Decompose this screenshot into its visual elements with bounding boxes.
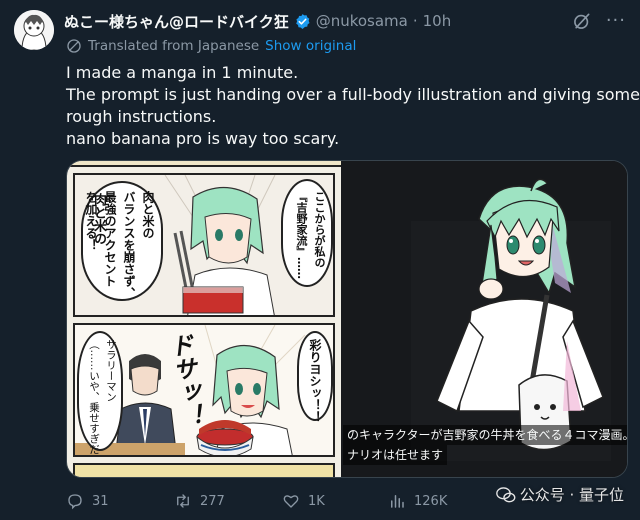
verified-badge-icon[interactable] bbox=[294, 13, 311, 30]
bubble-text-line: サラリーマン bbox=[105, 339, 117, 402]
wechat-icon bbox=[495, 486, 516, 502]
views-chart-icon bbox=[391, 495, 404, 508]
user-handle[interactable]: @nukosama bbox=[316, 12, 408, 30]
globe-icon bbox=[67, 39, 81, 53]
post-text-line: nano banana pro is way too scary. bbox=[66, 129, 340, 148]
display-name[interactable]: ぬこー様ちゃん@ロードバイク狂 bbox=[64, 11, 289, 32]
post-text: I made a manga in 1 minute. The prompt i… bbox=[66, 62, 640, 150]
bubble-text-line: を加える！ bbox=[84, 191, 98, 251]
media-container[interactable]: 肉と米の 肉と米の バランスを崩さず、 最強のアクセント を加える！ ここからが… bbox=[66, 160, 628, 478]
post-time[interactable]: 10h bbox=[423, 12, 452, 30]
character-reference-image[interactable]: のキャラクターが吉野家の牛丼を食べる４コマ漫画。 ナリオは任せます bbox=[341, 161, 627, 477]
bubble-text-line: 最強のアクセント bbox=[103, 191, 117, 287]
bubble-a-text: ここからが私の 『吉野家流』…… bbox=[289, 191, 327, 279]
watermark: 公众号 · 量子位 bbox=[495, 484, 624, 505]
more-options-icon[interactable]: ··· bbox=[606, 10, 626, 31]
post-text-line: I made a manga in 1 minute. bbox=[66, 63, 299, 82]
caption-line: ナリオは任せます bbox=[343, 445, 448, 465]
post-text-line: rough instructions. bbox=[66, 107, 217, 126]
post-header: ぬこー様ちゃん@ロードバイク狂 @nukosama · 10h ··· bbox=[64, 10, 630, 32]
bubble-text: 彩りヨシッ！！ bbox=[308, 339, 322, 423]
bubble-left-text: サラリーマン （……いや、乗せすぎだろ） bbox=[83, 339, 119, 457]
like-button[interactable]: 1K bbox=[282, 492, 325, 510]
watermark-text: 公众号 · 量子位 bbox=[519, 486, 624, 504]
grok-icon[interactable] bbox=[572, 11, 592, 31]
bubble-text-line: バランスを崩さず、 bbox=[122, 191, 136, 299]
bubble-text-line: （……いや、乗せすぎだろ） bbox=[88, 339, 100, 457]
bubble-b-text: 肉と米の バランスを崩さず、 最強のアクセント を加える！ bbox=[84, 191, 157, 299]
manga-image[interactable]: 肉と米の 肉と米の バランスを崩さず、 最強のアクセント を加える！ ここからが… bbox=[67, 161, 343, 477]
translation-notice: Translated from Japanese Show original bbox=[66, 38, 356, 54]
separator-dot: · bbox=[412, 12, 418, 30]
repost-icon bbox=[177, 494, 189, 508]
heart-icon bbox=[283, 495, 299, 508]
bubble-text-line: ここからが私の bbox=[313, 191, 326, 268]
views-button[interactable]: 126K bbox=[388, 492, 447, 510]
show-original-link[interactable]: Show original bbox=[265, 38, 356, 54]
reply-icon bbox=[68, 494, 82, 510]
views-count: 126K bbox=[414, 493, 448, 509]
caption-line: のキャラクターが吉野家の牛丼を食べる４コマ漫画。 bbox=[343, 425, 627, 445]
manga-panel-top-strip bbox=[67, 161, 343, 167]
image-caption: のキャラクターが吉野家の牛丼を食べる４コマ漫画。 ナリオは任せます bbox=[341, 425, 627, 465]
manga-panel-1: 肉と米の 肉と米の バランスを崩さず、 最強のアクセント を加える！ ここからが… bbox=[73, 173, 335, 317]
avatar[interactable] bbox=[14, 10, 54, 50]
repost-button[interactable]: 277 bbox=[174, 492, 225, 510]
manga-panel-2: ドサッ！ 彩りヨシッ！！ サラリーマン （……いや、乗せすぎだろ） bbox=[73, 323, 335, 457]
like-count: 1K bbox=[308, 493, 325, 509]
post-text-line: The prompt is just handing over a full-b… bbox=[66, 85, 640, 104]
translated-label: Translated from Japanese bbox=[88, 38, 260, 54]
avatar-illustration bbox=[14, 10, 54, 50]
reply-button[interactable]: 31 bbox=[66, 492, 109, 510]
reply-count: 31 bbox=[92, 493, 109, 509]
repost-count: 277 bbox=[200, 493, 225, 509]
manga-panel-bottom-strip bbox=[73, 463, 335, 477]
bubble-text-line: 『吉野家流』…… bbox=[295, 191, 308, 279]
bubble-text-line: 肉と米の bbox=[141, 191, 155, 239]
